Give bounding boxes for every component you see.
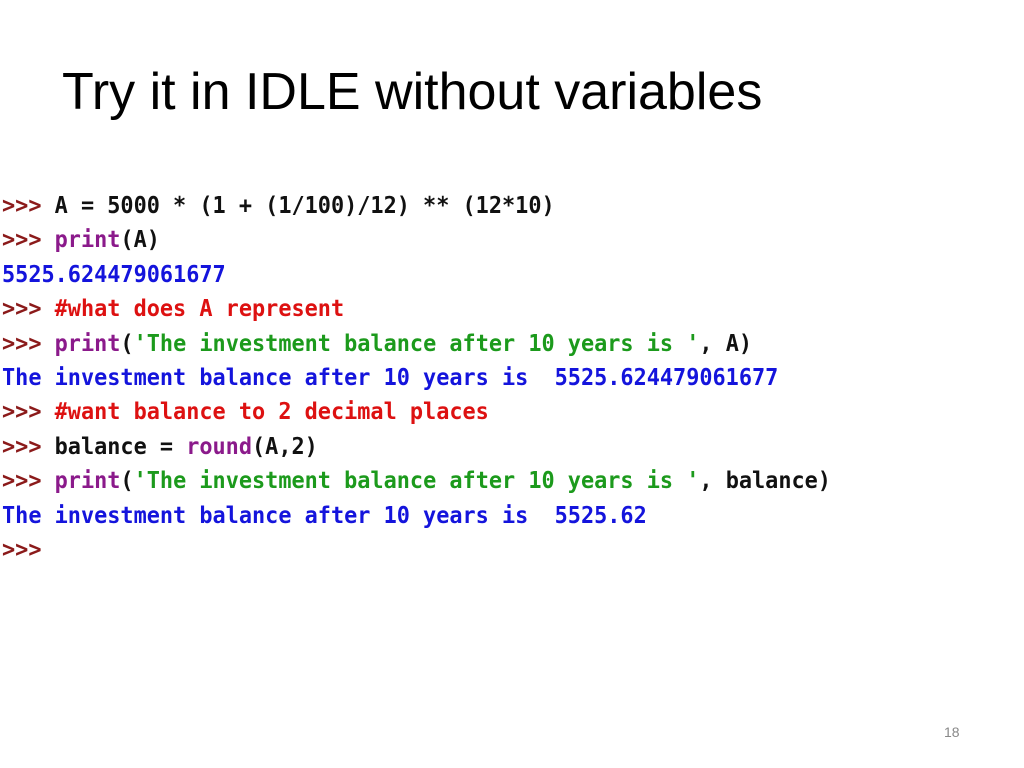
comment-text: #what does A represent: [54, 294, 345, 323]
code-text: , A): [699, 328, 753, 357]
shell-prompt: >>>: [2, 328, 55, 357]
code-text: , balance): [699, 466, 831, 495]
shell-input-line: >>> #want balance to 2 decimal places: [2, 394, 831, 428]
shell-prompt: >>>: [2, 397, 55, 426]
shell-input-line: >>> A = 5000 * (1 + (1/100)/12) ** (12*1…: [2, 188, 831, 222]
code-text: (: [120, 466, 134, 495]
shell-prompt: >>>: [2, 431, 55, 460]
comment-text: #want balance to 2 decimal places: [54, 397, 489, 426]
string-literal: 'The investment balance after 10 years i…: [133, 466, 700, 495]
code-text: A = 5000 * (1 + (1/100)/12) ** (12*10): [54, 191, 555, 219]
shell-prompt: >>>: [2, 466, 55, 495]
code-text: (: [120, 328, 134, 357]
slide-title: Try it in IDLE without variables: [62, 63, 763, 121]
shell-input-line: >>> print('The investment balance after …: [2, 463, 831, 497]
code-text: balance =: [54, 431, 187, 460]
output-text: The investment balance after 10 years is…: [2, 362, 779, 391]
shell-prompt: >>>: [2, 191, 55, 219]
shell-prompt: >>>: [2, 294, 55, 323]
shell-input-line: >>> balance = round(A,2): [2, 429, 831, 463]
shell-input-line: >>> print(A): [2, 222, 831, 256]
idle-shell-transcript: >>> A = 5000 * (1 + (1/100)/12) ** (12*1…: [2, 188, 831, 566]
shell-prompt: >>>: [2, 225, 55, 254]
builtin-function: round: [186, 431, 253, 460]
output-text: The investment balance after 10 years is…: [2, 500, 647, 529]
output-text: 5525.624479061677: [2, 259, 226, 288]
string-literal: 'The investment balance after 10 years i…: [133, 328, 700, 357]
builtin-function: print: [54, 328, 121, 357]
builtin-function: print: [54, 225, 121, 254]
shell-input-line: >>> #what does A represent: [2, 291, 831, 325]
builtin-function: print: [54, 466, 121, 495]
shell-output-line: The investment balance after 10 years is…: [2, 360, 831, 394]
shell-input-line: >>> print('The investment balance after …: [2, 326, 831, 360]
code-text: (A): [120, 225, 160, 254]
shell-prompt: >>>: [2, 534, 42, 563]
shell-input-line: >>>: [2, 532, 831, 566]
code-text: (A,2): [252, 431, 318, 460]
slide-page-number: 18: [944, 724, 960, 740]
shell-output-line: 5525.624479061677: [2, 257, 831, 291]
shell-output-line: The investment balance after 10 years is…: [2, 498, 831, 532]
